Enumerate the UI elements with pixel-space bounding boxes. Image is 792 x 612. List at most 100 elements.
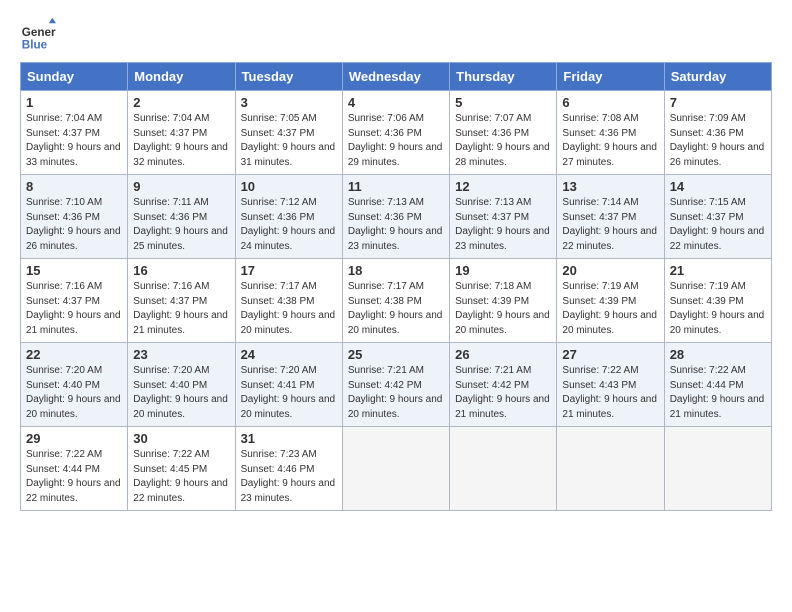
calendar-day-cell: 21 Sunrise: 7:19 AMSunset: 4:39 PMDaylig… [664,259,771,343]
page-header: General Blue [20,16,772,52]
day-detail: Sunrise: 7:14 AMSunset: 4:37 PMDaylight:… [562,197,657,252]
calendar-day-header: Friday [557,63,664,91]
day-number: 20 [562,263,658,278]
day-number: 21 [670,263,766,278]
calendar-week-row: 8 Sunrise: 7:10 AMSunset: 4:36 PMDayligh… [21,175,772,259]
calendar-day-cell: 9 Sunrise: 7:11 AMSunset: 4:36 PMDayligh… [128,175,235,259]
day-number: 16 [133,263,229,278]
calendar-day-cell: 18 Sunrise: 7:17 AMSunset: 4:38 PMDaylig… [342,259,449,343]
calendar-header-row: SundayMondayTuesdayWednesdayThursdayFrid… [21,63,772,91]
day-detail: Sunrise: 7:06 AMSunset: 4:36 PMDaylight:… [348,113,443,168]
day-number: 18 [348,263,444,278]
day-detail: Sunrise: 7:08 AMSunset: 4:36 PMDaylight:… [562,113,657,168]
day-number: 19 [455,263,551,278]
calendar-day-header: Thursday [450,63,557,91]
day-detail: Sunrise: 7:20 AMSunset: 4:41 PMDaylight:… [241,365,336,420]
calendar-week-row: 22 Sunrise: 7:20 AMSunset: 4:40 PMDaylig… [21,343,772,427]
calendar-week-row: 1 Sunrise: 7:04 AMSunset: 4:37 PMDayligh… [21,91,772,175]
day-detail: Sunrise: 7:21 AMSunset: 4:42 PMDaylight:… [348,365,443,420]
day-detail: Sunrise: 7:09 AMSunset: 4:36 PMDaylight:… [670,113,765,168]
calendar-day-cell: 13 Sunrise: 7:14 AMSunset: 4:37 PMDaylig… [557,175,664,259]
calendar-day-cell: 10 Sunrise: 7:12 AMSunset: 4:36 PMDaylig… [235,175,342,259]
day-detail: Sunrise: 7:20 AMSunset: 4:40 PMDaylight:… [26,365,121,420]
calendar-day-cell: 15 Sunrise: 7:16 AMSunset: 4:37 PMDaylig… [21,259,128,343]
day-detail: Sunrise: 7:23 AMSunset: 4:46 PMDaylight:… [241,449,336,504]
day-number: 13 [562,179,658,194]
day-detail: Sunrise: 7:22 AMSunset: 4:43 PMDaylight:… [562,365,657,420]
calendar-day-cell: 23 Sunrise: 7:20 AMSunset: 4:40 PMDaylig… [128,343,235,427]
calendar-day-cell: 31 Sunrise: 7:23 AMSunset: 4:46 PMDaylig… [235,427,342,511]
day-number: 26 [455,347,551,362]
calendar-day-cell: 25 Sunrise: 7:21 AMSunset: 4:42 PMDaylig… [342,343,449,427]
svg-text:Blue: Blue [22,38,48,51]
day-detail: Sunrise: 7:12 AMSunset: 4:36 PMDaylight:… [241,197,336,252]
day-number: 31 [241,431,337,446]
day-number: 3 [241,95,337,110]
day-number: 15 [26,263,122,278]
day-detail: Sunrise: 7:17 AMSunset: 4:38 PMDaylight:… [348,281,443,336]
calendar-day-cell: 8 Sunrise: 7:10 AMSunset: 4:36 PMDayligh… [21,175,128,259]
day-number: 9 [133,179,229,194]
calendar-day-cell: 14 Sunrise: 7:15 AMSunset: 4:37 PMDaylig… [664,175,771,259]
calendar-day-cell [664,427,771,511]
day-number: 4 [348,95,444,110]
day-detail: Sunrise: 7:16 AMSunset: 4:37 PMDaylight:… [26,281,121,336]
day-detail: Sunrise: 7:04 AMSunset: 4:37 PMDaylight:… [133,113,228,168]
calendar-day-cell: 30 Sunrise: 7:22 AMSunset: 4:45 PMDaylig… [128,427,235,511]
calendar-day-cell: 16 Sunrise: 7:16 AMSunset: 4:37 PMDaylig… [128,259,235,343]
svg-text:General: General [22,26,56,39]
calendar-day-cell: 1 Sunrise: 7:04 AMSunset: 4:37 PMDayligh… [21,91,128,175]
day-detail: Sunrise: 7:19 AMSunset: 4:39 PMDaylight:… [562,281,657,336]
day-detail: Sunrise: 7:05 AMSunset: 4:37 PMDaylight:… [241,113,336,168]
calendar-day-cell: 24 Sunrise: 7:20 AMSunset: 4:41 PMDaylig… [235,343,342,427]
calendar-day-header: Tuesday [235,63,342,91]
day-detail: Sunrise: 7:16 AMSunset: 4:37 PMDaylight:… [133,281,228,336]
day-detail: Sunrise: 7:13 AMSunset: 4:36 PMDaylight:… [348,197,443,252]
day-number: 8 [26,179,122,194]
calendar-day-cell: 27 Sunrise: 7:22 AMSunset: 4:43 PMDaylig… [557,343,664,427]
calendar-day-cell: 11 Sunrise: 7:13 AMSunset: 4:36 PMDaylig… [342,175,449,259]
day-detail: Sunrise: 7:18 AMSunset: 4:39 PMDaylight:… [455,281,550,336]
calendar-day-cell: 3 Sunrise: 7:05 AMSunset: 4:37 PMDayligh… [235,91,342,175]
day-number: 11 [348,179,444,194]
calendar-day-cell: 12 Sunrise: 7:13 AMSunset: 4:37 PMDaylig… [450,175,557,259]
calendar-day-cell [342,427,449,511]
day-number: 27 [562,347,658,362]
calendar-week-row: 15 Sunrise: 7:16 AMSunset: 4:37 PMDaylig… [21,259,772,343]
day-number: 28 [670,347,766,362]
day-detail: Sunrise: 7:11 AMSunset: 4:36 PMDaylight:… [133,197,228,252]
calendar-day-cell: 4 Sunrise: 7:06 AMSunset: 4:36 PMDayligh… [342,91,449,175]
day-detail: Sunrise: 7:22 AMSunset: 4:45 PMDaylight:… [133,449,228,504]
calendar-day-header: Sunday [21,63,128,91]
day-number: 24 [241,347,337,362]
calendar-day-cell: 22 Sunrise: 7:20 AMSunset: 4:40 PMDaylig… [21,343,128,427]
day-number: 29 [26,431,122,446]
calendar-day-cell: 2 Sunrise: 7:04 AMSunset: 4:37 PMDayligh… [128,91,235,175]
day-number: 22 [26,347,122,362]
day-detail: Sunrise: 7:15 AMSunset: 4:37 PMDaylight:… [670,197,765,252]
day-number: 1 [26,95,122,110]
calendar-day-cell: 5 Sunrise: 7:07 AMSunset: 4:36 PMDayligh… [450,91,557,175]
day-detail: Sunrise: 7:17 AMSunset: 4:38 PMDaylight:… [241,281,336,336]
calendar-day-cell [557,427,664,511]
day-detail: Sunrise: 7:19 AMSunset: 4:39 PMDaylight:… [670,281,765,336]
calendar-day-cell: 17 Sunrise: 7:17 AMSunset: 4:38 PMDaylig… [235,259,342,343]
day-detail: Sunrise: 7:04 AMSunset: 4:37 PMDaylight:… [26,113,121,168]
day-number: 2 [133,95,229,110]
calendar-day-cell [450,427,557,511]
day-number: 17 [241,263,337,278]
day-number: 25 [348,347,444,362]
day-detail: Sunrise: 7:13 AMSunset: 4:37 PMDaylight:… [455,197,550,252]
logo: General Blue [20,16,60,52]
calendar-day-header: Monday [128,63,235,91]
calendar-day-header: Wednesday [342,63,449,91]
calendar-day-cell: 29 Sunrise: 7:22 AMSunset: 4:44 PMDaylig… [21,427,128,511]
day-number: 7 [670,95,766,110]
calendar-day-header: Saturday [664,63,771,91]
calendar-table: SundayMondayTuesdayWednesdayThursdayFrid… [20,62,772,511]
day-number: 6 [562,95,658,110]
day-number: 30 [133,431,229,446]
day-detail: Sunrise: 7:22 AMSunset: 4:44 PMDaylight:… [26,449,121,504]
day-number: 10 [241,179,337,194]
calendar-day-cell: 7 Sunrise: 7:09 AMSunset: 4:36 PMDayligh… [664,91,771,175]
